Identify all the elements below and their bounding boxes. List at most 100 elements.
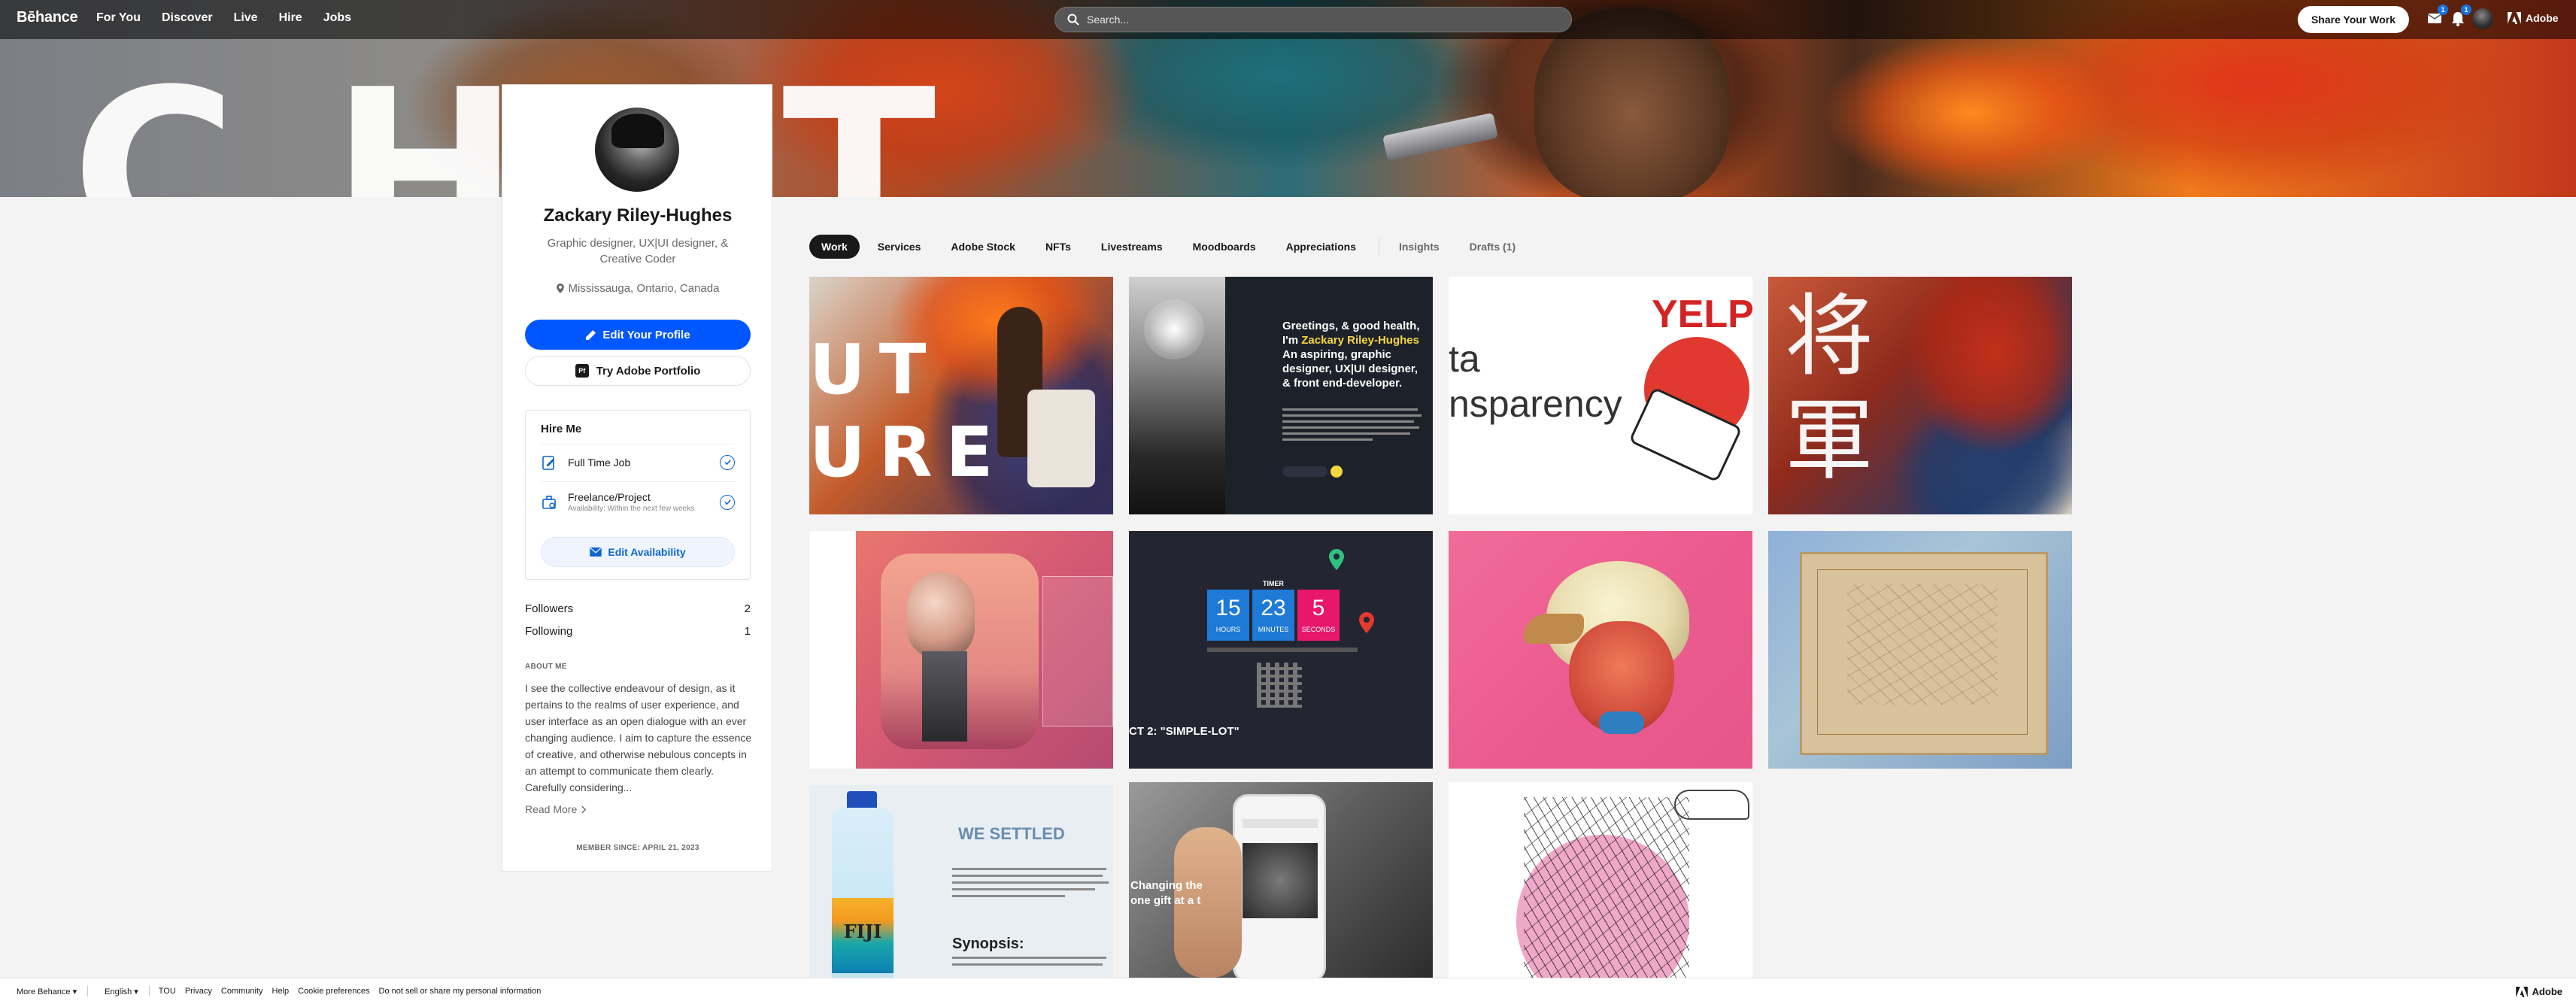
hire-me-box: Hire Me Full Time Job Freelance/Project …: [525, 410, 751, 580]
profile-title: Graphic designer, UX|UI designer, & Crea…: [547, 237, 729, 265]
project-tile[interactable]: [1449, 782, 1752, 978]
tile-caption: CT 2: "SIMPLE-LOT": [1129, 725, 1239, 738]
footer-link-community[interactable]: Community: [221, 987, 263, 996]
following-count: 1: [744, 625, 751, 638]
chevron-right-icon: [581, 805, 587, 813]
adobe-link[interactable]: Adobe: [2508, 12, 2559, 24]
following-label: Following: [525, 625, 573, 638]
location-text: Mississauga, Ontario, Canada: [568, 282, 720, 295]
project-tile[interactable]: [809, 531, 1113, 769]
project-tile[interactable]: [1449, 531, 1752, 769]
read-more-link[interactable]: Read More: [525, 803, 587, 815]
tab-services[interactable]: Services: [866, 235, 933, 259]
footer-adobe-label: Adobe: [2532, 986, 2562, 997]
notifications-badge: 1: [2461, 5, 2471, 15]
project-tile[interactable]: 将軍: [1768, 277, 2072, 514]
tab-nfts[interactable]: NFTs: [1033, 235, 1083, 259]
footer-adobe-link[interactable]: Adobe: [2515, 986, 2562, 997]
footer-more-behance[interactable]: More Behance ▾: [17, 987, 77, 996]
tile-text: Greetings, & good health, I'm Zackary Ri…: [1282, 320, 1420, 390]
following-row[interactable]: Following 1: [525, 625, 751, 638]
footer-link-tou[interactable]: TOU: [159, 987, 176, 996]
search-icon: [1067, 14, 1079, 26]
search-input[interactable]: [1087, 14, 1538, 26]
footer-link-help[interactable]: Help: [272, 987, 290, 996]
followers-row[interactable]: Followers 2: [525, 602, 751, 615]
tab-moodboards[interactable]: Moodboards: [1181, 235, 1268, 259]
check-circle-icon: [720, 454, 735, 470]
member-since: MEMBER SINCE: APRIL 21, 2023: [576, 844, 699, 852]
tab-livestreams[interactable]: Livestreams: [1089, 235, 1175, 259]
tile-art-linework: [1524, 797, 1689, 978]
tile-art-phone: [1233, 794, 1326, 978]
notifications-icon[interactable]: 1: [2449, 5, 2471, 28]
behance-logo[interactable]: Bēhance: [17, 9, 78, 26]
user-avatar[interactable]: [2472, 8, 2493, 29]
tile-art-kanji: 将軍: [1785, 284, 1874, 492]
location-pin-icon: [556, 284, 564, 293]
tab-insights[interactable]: Insights: [1387, 235, 1452, 259]
messages-icon[interactable]: 1: [2426, 5, 2448, 28]
footer-divider: [87, 986, 89, 996]
tile-art-lips: [1599, 711, 1644, 734]
edit-availability-button[interactable]: Edit Availability: [541, 537, 735, 567]
profile-avatar[interactable]: [595, 108, 679, 192]
top-navigation: Bēhance For You Discover Live Hire Jobs …: [0, 0, 2576, 39]
tile-art-panel: [1042, 576, 1113, 726]
profile-location: Mississauga, Ontario, Canada: [502, 282, 773, 295]
nav-link-discover[interactable]: Discover: [162, 11, 213, 25]
mail-icon: [590, 547, 602, 557]
edit-availability-label: Edit Availability: [608, 546, 686, 558]
tile-art-figure: [1027, 390, 1095, 487]
project-tile[interactable]: Changing the one gift at a t: [1129, 782, 1433, 978]
tile-art-robot-head: [907, 572, 975, 659]
tile-art-cloud: [1674, 790, 1749, 820]
project-tile[interactable]: UT URE: [809, 277, 1113, 514]
edit-profile-label: Edit Your Profile: [602, 328, 690, 341]
tile-text: YELP: [1652, 293, 1752, 336]
project-tile[interactable]: TIMER 15 HOURS 23 MINUTES 5 SECONDS CT 2…: [1129, 531, 1433, 769]
hire-item-full-time[interactable]: Full Time Job: [541, 444, 735, 480]
try-adobe-portfolio-button[interactable]: Pf Try Adobe Portfolio: [525, 356, 751, 386]
search-bar[interactable]: [1054, 7, 1572, 32]
tab-appreciations[interactable]: Appreciations: [1274, 235, 1368, 259]
adobe-logo-icon: [2515, 986, 2528, 997]
banner-art-letter: T: [782, 41, 936, 198]
nav-link-jobs[interactable]: Jobs: [323, 11, 351, 25]
tile-body-text-block: [952, 957, 1110, 966]
tile-text: nsparency: [1449, 383, 1622, 425]
followers-count: 2: [744, 602, 751, 615]
map-pin-icon: [1329, 549, 1344, 570]
nav-link-live[interactable]: Live: [234, 11, 258, 25]
nav-link-hire[interactable]: Hire: [279, 11, 302, 25]
tile-text: ta: [1449, 338, 1480, 380]
tab-drafts[interactable]: Drafts (1): [1458, 235, 1528, 259]
tile-body-text-block: [952, 868, 1110, 897]
footer-link-do-not-sell[interactable]: Do not sell or share my personal informa…: [379, 987, 542, 996]
tile-art-horn: [1524, 614, 1584, 644]
share-your-work-button[interactable]: Share Your Work: [2298, 6, 2409, 33]
tile-art-engraved-map: [1800, 552, 2048, 755]
about-me-title: ABOUT ME: [525, 663, 567, 671]
tab-work[interactable]: Work: [809, 235, 860, 259]
project-tile[interactable]: Greetings, & good health, I'm Zackary Ri…: [1129, 277, 1433, 514]
project-tile[interactable]: [1768, 531, 2072, 769]
footer-language[interactable]: English ▾: [105, 987, 138, 996]
tile-body-text-block: [1282, 408, 1425, 453]
footer-link-privacy[interactable]: Privacy: [185, 987, 212, 996]
read-more-label: Read More: [525, 803, 578, 815]
timer-box-minutes: 23 MINUTES: [1252, 590, 1294, 641]
footer-link-cookies[interactable]: Cookie preferences: [298, 987, 369, 996]
tab-adobe-stock[interactable]: Adobe Stock: [939, 235, 1027, 259]
nav-link-for-you[interactable]: For You: [96, 11, 141, 25]
tile-art-keypad: [1257, 663, 1302, 708]
project-tile[interactable]: ta nsparency YELP: [1449, 277, 1752, 514]
tile-art-bar: [1207, 648, 1358, 652]
project-tile[interactable]: FIJI WE SETTLED Synopsis:: [809, 785, 1113, 978]
nav-links: For You Discover Live Hire Jobs: [96, 11, 351, 25]
tile-art-button: [1282, 466, 1327, 477]
profile-tabs: Work Services Adobe Stock NFTs Livestrea…: [809, 235, 1534, 259]
edit-profile-button[interactable]: Edit Your Profile: [525, 320, 751, 350]
tile-art-lettering: URE: [809, 412, 1007, 493]
hire-item-freelance[interactable]: Freelance/Project Availability: Within t…: [541, 481, 735, 522]
